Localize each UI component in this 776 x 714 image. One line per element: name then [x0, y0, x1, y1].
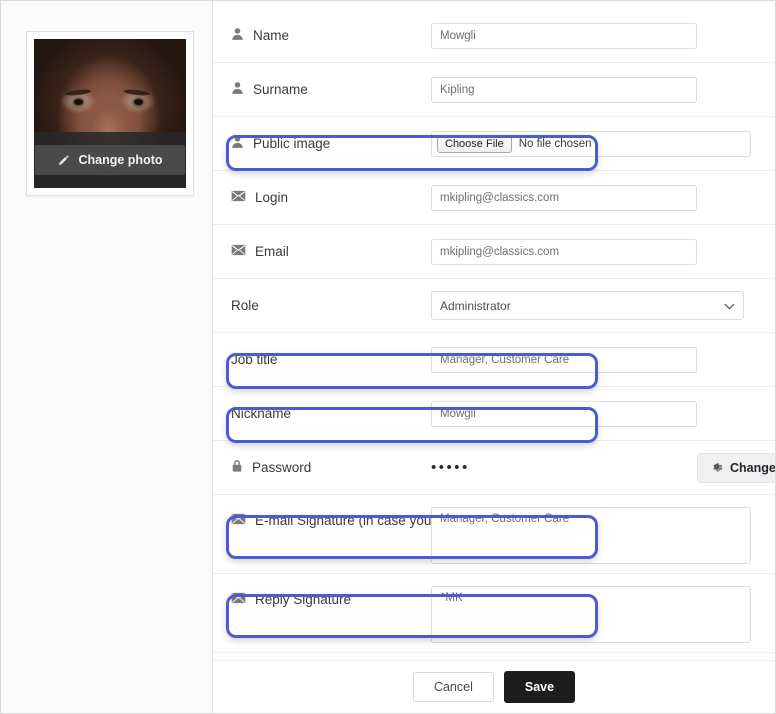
field-label-nickname: Nickname — [231, 406, 431, 421]
field-control — [431, 346, 775, 373]
field-control — [431, 507, 775, 564]
user-icon — [231, 81, 244, 98]
photo-sidebar: Change photo — [1, 1, 213, 713]
email-signature-textarea[interactable] — [431, 507, 751, 564]
field-label-text: Email — [255, 244, 289, 259]
photo-overlay: Change photo — [34, 132, 186, 188]
change-password-button[interactable]: Change password — [697, 452, 776, 483]
password-actions: Change password — [697, 452, 776, 483]
role-select[interactable]: Administrator — [431, 291, 744, 320]
role-select-wrap: Administrator — [431, 291, 744, 320]
field-control — [431, 22, 775, 49]
envelope-icon — [231, 190, 246, 205]
profile-photo: Change photo — [34, 39, 186, 188]
email-input[interactable] — [431, 238, 697, 265]
user-profile-page: Change photo Name Mowgli Surname Kipling… — [0, 0, 776, 714]
change-password-label: Change password — [730, 460, 776, 475]
change-photo-label: Change photo — [78, 153, 163, 167]
field-label-login: Login — [231, 190, 431, 205]
field-control — [431, 400, 775, 427]
field-label-reply-signature: Reply Signature — [231, 586, 431, 607]
no-file-chosen-label: No file chosen — [518, 137, 592, 150]
field-control: Administrator — [431, 291, 775, 320]
field-label-surname: Surname — [231, 81, 431, 98]
profile-photo-card: Change photo — [26, 31, 194, 196]
form-row-email-signature: E-mail Signature (in case you are u — [213, 495, 775, 574]
field-label-email-signature: E-mail Signature (in case you are u — [231, 507, 431, 528]
portrait-detail — [74, 99, 83, 105]
envelope-icon — [231, 592, 246, 607]
field-label-text: Surname — [253, 82, 308, 97]
field-label-text: Name — [253, 28, 290, 43]
lock-icon — [231, 459, 243, 476]
choose-file-button[interactable]: Choose File — [437, 134, 512, 153]
envelope-icon — [231, 244, 246, 259]
profile-form: Name Surname — [213, 1, 775, 713]
save-button[interactable]: Save — [503, 671, 576, 703]
pencil-icon — [57, 154, 70, 167]
field-control — [431, 238, 775, 265]
field-label-text: Reply Signature — [255, 592, 352, 607]
field-label-password: Password — [231, 459, 431, 476]
form-row-surname: Surname — [213, 63, 775, 117]
field-control: Choose File No file chosen — [431, 130, 775, 157]
change-photo-button[interactable]: Change photo — [35, 145, 185, 175]
form-row-name: Name — [213, 9, 775, 63]
portrait-detail — [134, 99, 143, 105]
form-row-nickname: Nickname — [213, 387, 775, 441]
form-row-login: Login — [213, 171, 775, 225]
field-label-name: Name — [231, 27, 431, 44]
job-title-input[interactable] — [431, 346, 697, 373]
gear-icon — [710, 460, 723, 476]
password-masked-value: ••••• — [431, 459, 470, 476]
field-control — [431, 586, 775, 643]
field-label-text: Login — [255, 190, 289, 205]
user-icon — [231, 135, 244, 152]
login-input[interactable] — [431, 184, 697, 211]
user-icon — [231, 27, 244, 44]
field-label-role: Role — [231, 298, 431, 313]
nickname-input[interactable] — [431, 400, 697, 427]
field-label-text: Job title — [231, 352, 278, 367]
reply-signature-textarea[interactable] — [431, 586, 751, 643]
form-row-reply-signature: Reply Signature — [213, 574, 775, 653]
field-label-public-image: Public image — [231, 135, 431, 152]
field-label-text: E-mail Signature (in case you are u — [255, 513, 431, 528]
form-row-password: Password ••••• Change password — [213, 441, 775, 495]
form-row-role: Role Administrator — [213, 279, 775, 333]
form-rows: Name Surname — [213, 9, 775, 653]
field-control — [431, 76, 775, 103]
field-label-email: Email — [231, 244, 431, 259]
form-row-job-title: Job title — [213, 333, 775, 387]
field-label-text: Public image — [253, 136, 331, 151]
field-control: ••••• — [431, 459, 697, 476]
public-image-file-input[interactable]: Choose File No file chosen — [431, 130, 751, 157]
surname-input[interactable] — [431, 76, 697, 103]
cancel-button[interactable]: Cancel — [412, 672, 494, 702]
name-input[interactable] — [431, 22, 697, 49]
field-label-text: Nickname — [231, 406, 292, 421]
field-control — [431, 184, 775, 211]
field-label-job-title: Job title — [231, 352, 431, 367]
form-row-public-image: Public image Choose File No file chosen — [213, 117, 775, 171]
envelope-icon — [231, 513, 246, 528]
field-label-text: Password — [252, 460, 312, 475]
field-label-text: Role — [231, 298, 259, 313]
form-footer: Cancel Save — [213, 660, 775, 713]
form-row-email: Email — [213, 225, 775, 279]
